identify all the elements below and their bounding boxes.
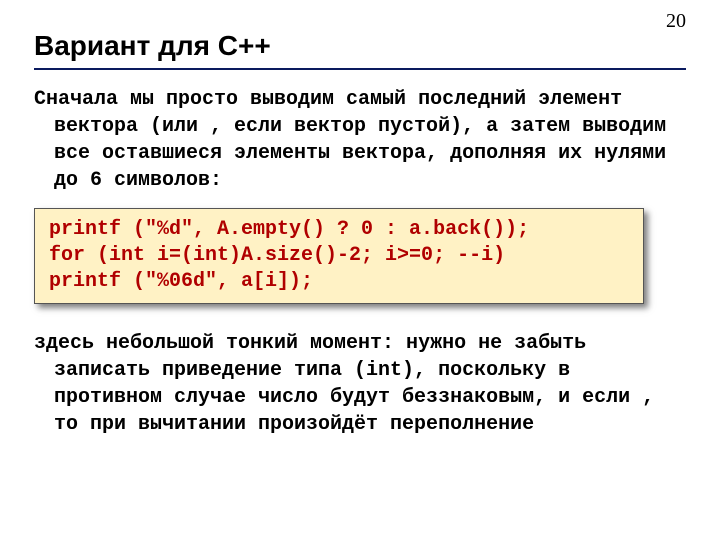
paragraph-1: Сначала мы просто выводим самый последни… <box>34 86 686 194</box>
body-content: Сначала мы просто выводим самый последни… <box>34 86 686 194</box>
paragraph-2: здесь небольшой тонкий момент: нужно не … <box>34 330 686 438</box>
code-block: printf ("%d", A.empty() ? 0 : a.back());… <box>34 208 644 304</box>
page-number: 20 <box>666 10 686 33</box>
title-rule <box>34 68 686 70</box>
slide: 20 Вариант для C++ Сначала мы просто выв… <box>0 0 720 540</box>
body-content-2: здесь небольшой тонкий момент: нужно не … <box>34 330 686 438</box>
slide-title: Вариант для C++ <box>34 30 686 62</box>
